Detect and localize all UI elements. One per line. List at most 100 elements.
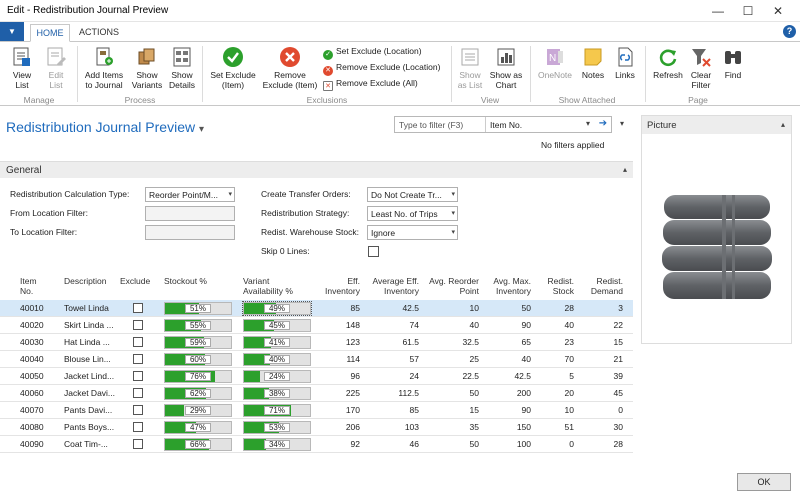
create-transfer-select[interactable]: Do Not Create Tr... ▾: [367, 187, 458, 202]
app-menu-button[interactable]: ▼: [0, 22, 24, 41]
avg-eff-inventory-cell[interactable]: 112.5: [364, 388, 419, 398]
redist-stock-cell[interactable]: 0: [540, 439, 574, 449]
description-cell[interactable]: Blouse Lin...: [64, 354, 120, 364]
redist-stock-cell[interactable]: 5: [540, 371, 574, 381]
to-location-input[interactable]: [145, 225, 235, 240]
eff-inventory-cell[interactable]: 114: [318, 354, 360, 364]
redist-demand-cell[interactable]: 3: [583, 303, 623, 313]
redist-demand-cell[interactable]: 15: [583, 337, 623, 347]
exclude-checkbox[interactable]: [133, 320, 143, 330]
skip-zero-checkbox[interactable]: [368, 246, 379, 257]
avg-max-inventory-cell[interactable]: 42.5: [484, 371, 531, 381]
table-row[interactable]: 40040 Blouse Lin... 60% 40% 114 57 25 40 70 21: [0, 351, 633, 368]
filter-field-select[interactable]: Item No. ▾: [485, 117, 593, 132]
avg-eff-inventory-cell[interactable]: 74: [364, 320, 419, 330]
exclude-checkbox[interactable]: [133, 354, 143, 364]
item-no-cell[interactable]: 40010: [20, 303, 60, 313]
avg-max-inventory-cell[interactable]: 90: [484, 405, 531, 415]
view-list-button[interactable]: View List: [6, 46, 38, 90]
avg-eff-inventory-cell[interactable]: 61.5: [364, 337, 419, 347]
description-cell[interactable]: Towel Linda: [64, 303, 120, 313]
item-no-cell[interactable]: 40050: [20, 371, 60, 381]
redist-stock-cell[interactable]: 28: [540, 303, 574, 313]
calc-type-select[interactable]: Reorder Point/M... ▾: [145, 187, 235, 202]
description-cell[interactable]: Jacket Davi...: [64, 388, 120, 398]
avg-max-inventory-cell[interactable]: 100: [484, 439, 531, 449]
avg-max-inventory-cell[interactable]: 200: [484, 388, 531, 398]
description-cell[interactable]: Skirt Linda ...: [64, 320, 120, 330]
exclude-checkbox[interactable]: [133, 388, 143, 398]
exclude-checkbox[interactable]: [133, 371, 143, 381]
exclude-checkbox[interactable]: [133, 405, 143, 415]
picture-header[interactable]: Picture ▴: [642, 116, 791, 134]
avg-eff-inventory-cell[interactable]: 46: [364, 439, 419, 449]
table-row[interactable]: 40020 Skirt Linda ... 55% 45% 148 74 40 90 40 22: [0, 317, 633, 334]
avg-reorder-point-cell[interactable]: 22.5: [422, 371, 479, 381]
eff-inventory-cell[interactable]: 123: [318, 337, 360, 347]
show-as-chart-button[interactable]: Show as Chart: [488, 46, 524, 90]
table-row[interactable]: 40060 Jacket Davi... 62% 38% 225 112.5 50 200 20…: [0, 385, 633, 402]
avg-eff-inventory-cell[interactable]: 103: [364, 422, 419, 432]
redist-stock-cell[interactable]: 23: [540, 337, 574, 347]
collapse-icon[interactable]: ▾: [620, 119, 624, 128]
collapse-icon[interactable]: ▴: [781, 120, 785, 129]
eff-inventory-cell[interactable]: 206: [318, 422, 360, 432]
avg-reorder-point-cell[interactable]: 10: [422, 303, 479, 313]
table-row[interactable]: 40090 Coat Tim-... 66% 34% 92 46 50 100 0 28: [0, 436, 633, 453]
description-cell[interactable]: Pants Boys...: [64, 422, 120, 432]
ok-button[interactable]: OK: [737, 473, 791, 491]
redist-demand-cell[interactable]: 21: [583, 354, 623, 364]
item-no-cell[interactable]: 40040: [20, 354, 60, 364]
avg-max-inventory-cell[interactable]: 150: [484, 422, 531, 432]
redist-stock-cell[interactable]: 51: [540, 422, 574, 432]
table-row[interactable]: 40050 Jacket Lind... 76% 24% 96 24 22.5 42.5 5 39: [0, 368, 633, 385]
exclude-checkbox[interactable]: [133, 337, 143, 347]
filter-input[interactable]: Type to filter (F3): [399, 120, 463, 130]
redist-stock-cell[interactable]: 40: [540, 320, 574, 330]
item-no-cell[interactable]: 40060: [20, 388, 60, 398]
redist-stock-cell[interactable]: 20: [540, 388, 574, 398]
item-no-cell[interactable]: 40020: [20, 320, 60, 330]
general-fasttab-header[interactable]: General ▴: [0, 161, 633, 178]
clear-filter-button[interactable]: Clear Filter: [688, 46, 714, 90]
exclude-checkbox[interactable]: [133, 439, 143, 449]
eff-inventory-cell[interactable]: 170: [318, 405, 360, 415]
redist-demand-cell[interactable]: 30: [583, 422, 623, 432]
set-exclude-item-button[interactable]: Set Exclude (Item): [207, 46, 259, 90]
onenote-button[interactable]: N OneNote: [535, 46, 575, 80]
remove-exclude-location-button[interactable]: ✕ Remove Exclude (Location): [323, 62, 440, 76]
avg-max-inventory-cell[interactable]: 90: [484, 320, 531, 330]
redist-stock-cell[interactable]: 70: [540, 354, 574, 364]
avg-eff-inventory-cell[interactable]: 42.5: [364, 303, 419, 313]
avg-reorder-point-cell[interactable]: 15: [422, 405, 479, 415]
show-variants-button[interactable]: Show Variants: [130, 46, 164, 90]
strategy-select[interactable]: Least No. of Trips ▾: [367, 206, 458, 221]
tab-actions[interactable]: ACTIONS: [74, 24, 124, 42]
table-row[interactable]: 40030 Hat Linda ... 59% 41% 123 61.5 32.5 65 23 1…: [0, 334, 633, 351]
show-details-button[interactable]: Show Details: [166, 46, 198, 90]
refresh-button[interactable]: Refresh: [650, 46, 686, 80]
find-button[interactable]: Find: [720, 46, 746, 80]
description-cell[interactable]: Coat Tim-...: [64, 439, 120, 449]
redist-demand-cell[interactable]: 22: [583, 320, 623, 330]
item-no-cell[interactable]: 40080: [20, 422, 60, 432]
tab-home[interactable]: HOME: [30, 24, 70, 42]
title-dropdown-icon[interactable]: ▾: [199, 124, 204, 135]
redist-demand-cell[interactable]: 0: [583, 405, 623, 415]
item-no-cell[interactable]: 40030: [20, 337, 60, 347]
avg-max-inventory-cell[interactable]: 65: [484, 337, 531, 347]
avg-eff-inventory-cell[interactable]: 57: [364, 354, 419, 364]
help-icon[interactable]: ?: [783, 25, 796, 38]
warehouse-stock-select[interactable]: Ignore ▾: [367, 225, 458, 240]
eff-inventory-cell[interactable]: 148: [318, 320, 360, 330]
avg-reorder-point-cell[interactable]: 50: [422, 439, 479, 449]
avg-max-inventory-cell[interactable]: 50: [484, 303, 531, 313]
links-button[interactable]: Links: [611, 46, 639, 80]
avg-reorder-point-cell[interactable]: 50: [422, 388, 479, 398]
redist-demand-cell[interactable]: 45: [583, 388, 623, 398]
table-row[interactable]: 40070 Pants Davi... 29% 71% 170 85 15 90 10 0: [0, 402, 633, 419]
description-cell[interactable]: Hat Linda ...: [64, 337, 120, 347]
exclude-checkbox[interactable]: [133, 422, 143, 432]
item-no-cell[interactable]: 40070: [20, 405, 60, 415]
set-exclude-location-button[interactable]: ✓ Set Exclude (Location): [323, 46, 422, 60]
